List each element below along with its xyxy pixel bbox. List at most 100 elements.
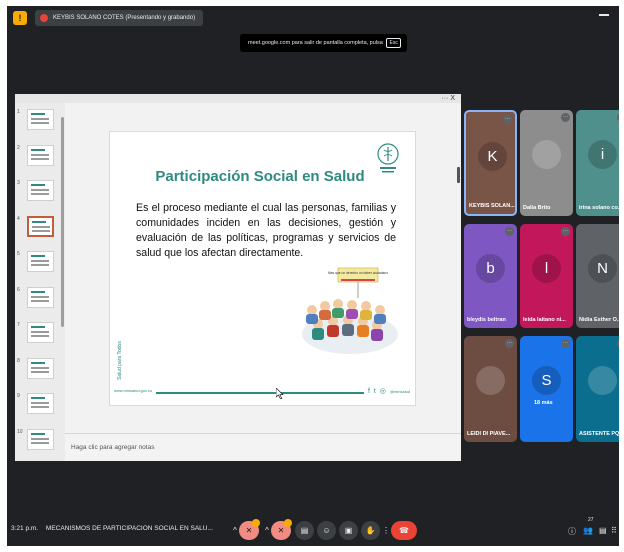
thumbnail-line bbox=[31, 122, 49, 124]
thumbnail-line bbox=[31, 331, 49, 333]
participant-tile[interactable]: ⋯ l leida laitano ni... bbox=[520, 224, 573, 328]
mic-status-icon: ⋯ bbox=[617, 339, 619, 348]
slide-thumbnail[interactable] bbox=[27, 251, 54, 272]
slide-thumbnail[interactable] bbox=[27, 357, 54, 379]
slide-thumbnail[interactable] bbox=[27, 144, 54, 166]
mic-status-icon: ⋯ bbox=[617, 227, 619, 236]
slide-thumbnail[interactable] bbox=[27, 180, 54, 201]
participant-tile[interactable]: ⋯ b bleydis beltran bbox=[464, 224, 517, 328]
thumbnail-line bbox=[31, 326, 45, 328]
participant-tile[interactable]: ⋯ N Nidia Esther O... bbox=[576, 224, 619, 328]
app-badge-icon: ! bbox=[13, 11, 27, 25]
thumbnail-number: 8 bbox=[17, 357, 20, 364]
thumbnail-line bbox=[31, 402, 49, 404]
activities-icon[interactable]: ⠿ bbox=[611, 526, 617, 535]
thumbnail-line bbox=[31, 441, 49, 444]
thumbnail-line bbox=[31, 255, 45, 257]
thumbnail-number: 5 bbox=[17, 251, 20, 257]
slide-title: Participación Social en Salud bbox=[155, 168, 365, 185]
participant-count: 27 bbox=[588, 517, 594, 523]
community-illustration: Mas que un derecho un deber ciudadano bbox=[302, 267, 398, 354]
avatar: l bbox=[532, 254, 561, 283]
thumbnail-number: 3 bbox=[17, 180, 20, 186]
raise-hand-button[interactable]: ✋ bbox=[361, 521, 380, 540]
participant-tile[interactable]: ⋯ i irina solano co... bbox=[576, 110, 619, 216]
thumbnail-number: 10 bbox=[17, 428, 23, 435]
recording-icon bbox=[40, 14, 48, 22]
vertical-logo-text: Salud para Todos bbox=[117, 341, 123, 380]
participant-name: irina solano co... bbox=[579, 205, 619, 211]
info-icon[interactable]: ⓘ bbox=[568, 526, 576, 537]
window-controls[interactable]: ··· X bbox=[441, 94, 455, 103]
mic-status-icon: ⋯ bbox=[503, 115, 512, 124]
thumbnail-line bbox=[31, 335, 49, 337]
reactions-button[interactable]: ☺ bbox=[317, 521, 336, 540]
avatar: N bbox=[588, 254, 617, 283]
thumbnail-line bbox=[31, 193, 49, 195]
meet-screen: ! KEYBIS SOLANO COTES (Presentando y gra… bbox=[7, 6, 619, 546]
thumbnail-number: 4 bbox=[17, 215, 20, 222]
avatar: K bbox=[478, 142, 507, 171]
present-button[interactable]: ▣ bbox=[339, 521, 358, 540]
notes-pane[interactable]: Haga clic para agregar notas bbox=[65, 433, 461, 461]
notes-placeholder: Haga clic para agregar notas bbox=[71, 444, 155, 451]
presenter-chip[interactable]: KEYBIS SOLANO COTES (Presentando y graba… bbox=[35, 10, 204, 26]
chat-icon[interactable]: ▤ bbox=[599, 526, 607, 535]
slide-footer-website: www.minsalud.gov.co bbox=[114, 388, 153, 393]
thumbnails-scrollbar[interactable] bbox=[61, 117, 64, 327]
slide-thumbnail[interactable] bbox=[27, 109, 54, 130]
slide-thumbnail[interactable] bbox=[27, 393, 54, 414]
slide-footer-line bbox=[156, 392, 364, 394]
people-icon[interactable]: 👥 bbox=[583, 526, 593, 535]
mic-warning-badge bbox=[252, 519, 260, 527]
mouse-cursor-icon bbox=[276, 388, 284, 399]
thumbnail-line bbox=[31, 370, 49, 373]
camera-options-chevron-icon[interactable]: ^ bbox=[263, 521, 271, 540]
slide-thumbnail[interactable] bbox=[27, 322, 54, 343]
participant-tile[interactable]: ⋯ LEIDI DI PIAVE... bbox=[464, 336, 517, 442]
esc-key: Esc bbox=[386, 38, 401, 48]
mic-options-chevron-icon[interactable]: ^ bbox=[231, 521, 239, 540]
mic-status-icon: ⋯ bbox=[617, 113, 619, 122]
mic-status-icon: ⋯ bbox=[561, 227, 570, 236]
thumbnail-line bbox=[31, 361, 45, 364]
participant-name: Nidia Esther O... bbox=[579, 317, 619, 323]
slide-canvas: Participación Social en Salud Es el proc… bbox=[65, 103, 461, 433]
avatar bbox=[532, 140, 561, 169]
vertical-logo: Salud para Todos bbox=[117, 341, 123, 380]
thumbnail-line bbox=[31, 184, 45, 186]
thumbnail-line bbox=[31, 295, 49, 298]
thumbnail-line bbox=[31, 260, 49, 262]
canvas-scrollbar[interactable] bbox=[457, 167, 460, 183]
avatar: S bbox=[532, 366, 561, 395]
captions-button[interactable]: ▤ bbox=[295, 521, 314, 540]
participant-name: leida laitano ni... bbox=[523, 317, 566, 323]
thumbnail-number: 7 bbox=[17, 322, 20, 328]
participant-tile[interactable]: ⋯ S 18 más bbox=[520, 336, 573, 442]
thumbnail-number: 6 bbox=[17, 286, 20, 293]
slide-thumbnail[interactable] bbox=[27, 215, 54, 237]
thumbnail-line bbox=[31, 118, 49, 120]
participant-name: KEYBIS SOLAN... bbox=[469, 203, 515, 209]
leave-call-button[interactable]: ☎ bbox=[391, 521, 417, 540]
presenter-label: KEYBIS SOLANO COTES (Presentando y graba… bbox=[53, 15, 196, 21]
thumbnail-line bbox=[32, 220, 46, 223]
slide-thumbnail[interactable] bbox=[27, 428, 54, 450]
mic-status-icon: ⋯ bbox=[561, 339, 570, 348]
mic-status-icon: ⋯ bbox=[505, 339, 514, 348]
more-options-icon[interactable]: ⋮ bbox=[382, 521, 390, 540]
participant-tile[interactable]: ⋯ ASISTENTE PQR bbox=[576, 336, 619, 442]
fullscreen-toast-text: meet.google.com para salir de pantalla c… bbox=[248, 40, 383, 46]
slide-thumbnail[interactable] bbox=[27, 286, 54, 308]
thumbnail-number: 9 bbox=[17, 393, 20, 399]
avatar bbox=[588, 366, 617, 395]
minimize-icon[interactable] bbox=[599, 14, 609, 16]
thumbnail-line bbox=[31, 113, 45, 115]
slide-body: Es el proceso mediante el cual las perso… bbox=[136, 202, 396, 259]
participant-name: bleydis beltran bbox=[467, 317, 506, 323]
window-titlebar: ··· X bbox=[15, 94, 461, 103]
participant-tile[interactable]: ⋯ K KEYBIS SOLAN... bbox=[464, 110, 517, 216]
participant-tile[interactable]: ⋯ Dalia Brito bbox=[520, 110, 573, 216]
health-logo-icon bbox=[377, 143, 399, 173]
thumbnail-line bbox=[31, 264, 49, 266]
